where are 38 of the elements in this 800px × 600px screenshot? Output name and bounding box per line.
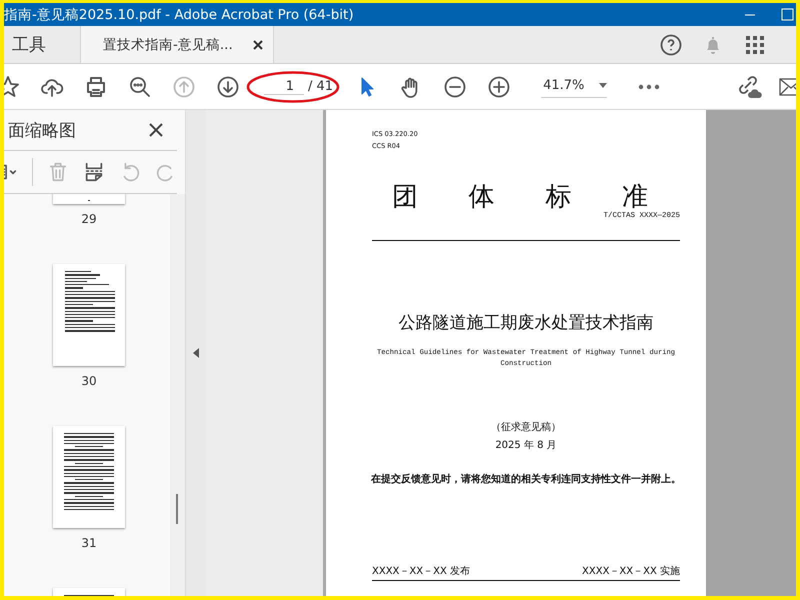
minus-icon[interactable]	[443, 74, 468, 98]
publish-date: XXXX－XX－XX 发布	[372, 565, 470, 578]
zoom-dropdown[interactable]: 41.7%	[541, 76, 608, 98]
zoom-icon[interactable]	[128, 74, 152, 98]
help-icon[interactable]	[660, 34, 682, 56]
caret-icon	[599, 82, 608, 88]
document-tab[interactable]: 置技术指南-意见稿...	[80, 26, 274, 63]
page-thumbnail[interactable]	[53, 264, 125, 366]
mail-icon[interactable]	[778, 76, 796, 98]
close-icon[interactable]	[149, 123, 163, 137]
link-cloud-icon[interactable]	[736, 74, 764, 100]
scrollbar-thumb[interactable]	[176, 494, 178, 524]
page-number-label: 31	[81, 536, 97, 550]
plus-icon[interactable]	[487, 74, 512, 98]
panel-title: 面缩略图	[8, 120, 76, 142]
notice-text: 在提交反馈意见时，请将您知道的相关专利连同支持性文件一并附上。	[371, 472, 681, 486]
page-number-label: 30	[81, 374, 97, 388]
print-icon[interactable]	[84, 74, 108, 98]
more-icon[interactable]	[637, 82, 662, 90]
collapse-arrow-icon[interactable]	[193, 348, 199, 358]
page-thumbnail[interactable]	[53, 426, 125, 528]
document-tab[interactable]: 工具	[4, 26, 80, 63]
page-total: / 41	[308, 79, 334, 94]
implement-date: XXXX－XX－XX 实施	[582, 564, 680, 578]
window-title: 指南-意见稿2025.10.pdf - Adobe Acrobat Pro (64-bit)	[4, 6, 354, 24]
draft-label: （征求意见稿）	[491, 420, 561, 434]
page-thumbnail[interactable]	[53, 194, 125, 204]
document-date: 2025 年 8 月	[495, 439, 557, 452]
standard-heading: 团体标准	[391, 182, 680, 212]
close-icon[interactable]	[253, 40, 263, 50]
next-icon[interactable]	[216, 74, 240, 98]
page-number-field[interactable]: 1	[264, 78, 304, 94]
tab-label: 工具	[12, 34, 46, 56]
document-title: 公路隧道施工期废水处置技术指南	[398, 312, 654, 334]
apps-grid-icon[interactable]	[744, 34, 766, 56]
page-number-label: 29	[81, 212, 97, 226]
tab-label: 置技术指南-意见稿...	[103, 36, 233, 54]
maximize-icon[interactable]	[780, 6, 796, 22]
